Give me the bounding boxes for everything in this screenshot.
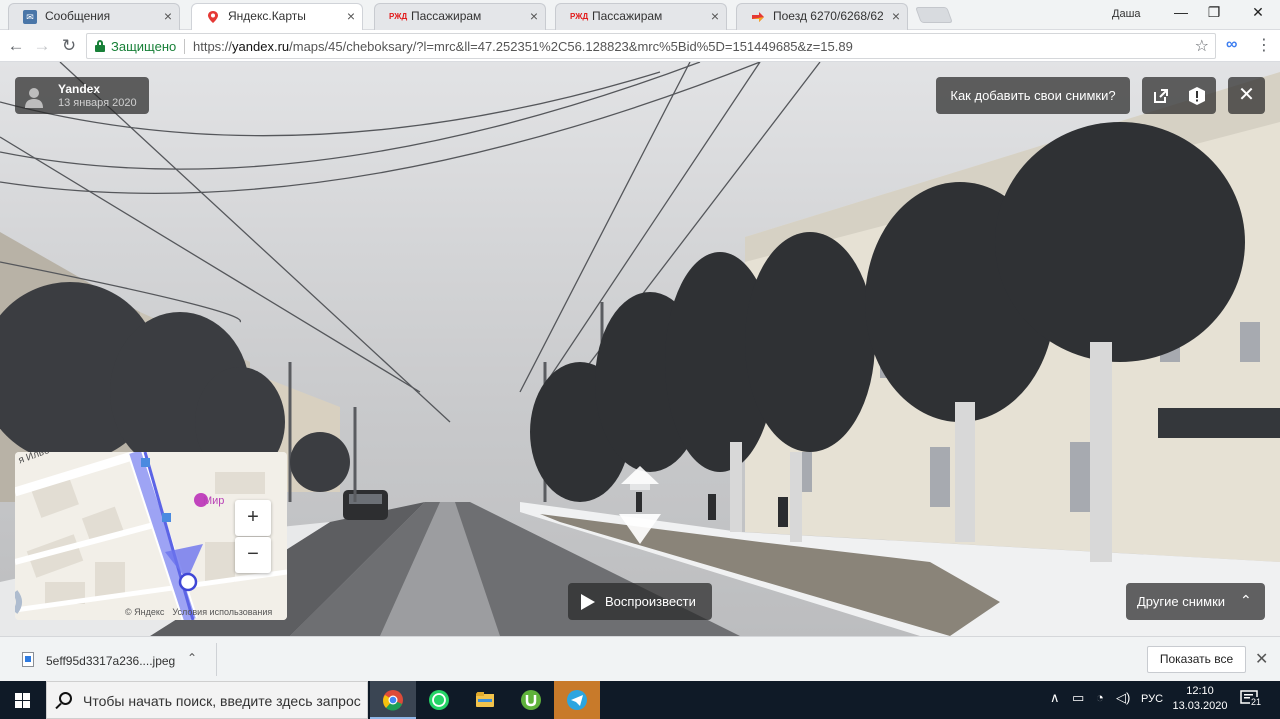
vk-icon: ✉ <box>23 10 37 24</box>
url-text[interactable]: https://yandex.ru/maps/45/cheboksary/?l=… <box>193 39 853 54</box>
copyright-text: © Яндекс <box>125 607 165 617</box>
tab-title: Яндекс.Карты <box>228 9 306 23</box>
other-photos-button[interactable]: Другие снимки ⌃ <box>1126 583 1265 620</box>
address-bar[interactable]: Защищено https://yandex.ru/maps/45/chebo… <box>86 33 1216 59</box>
file-explorer-icon[interactable] <box>462 681 508 719</box>
download-options-chevron-icon[interactable]: ⌃ <box>187 651 197 665</box>
navigate-forward-arrow-icon[interactable] <box>621 466 659 484</box>
tab-train[interactable]: Поезд 6270/6268/6266/6 × <box>736 3 908 30</box>
language-indicator[interactable]: РУС <box>1141 693 1163 705</box>
rzd-logo-icon: РЖД <box>389 12 408 21</box>
tab-close-icon[interactable]: × <box>347 4 355 29</box>
secure-label: Защищено <box>111 39 177 54</box>
bookmark-star-icon[interactable]: ☆ <box>1195 36 1209 56</box>
wifi-icon[interactable]: ◔ <box>1096 690 1104 705</box>
tab-title: Сообщения <box>45 9 111 23</box>
notification-count: 21 <box>1250 697 1263 707</box>
tab-close-icon[interactable]: × <box>164 4 172 29</box>
how-to-add-photos-button[interactable]: Как добавить свои снимки? <box>936 77 1130 114</box>
other-photos-label: Другие снимки <box>1137 594 1226 609</box>
clock-time: 12:10 <box>1186 685 1214 697</box>
zoom-out-button[interactable]: − <box>235 537 271 573</box>
report-warning-icon[interactable] <box>1187 86 1207 106</box>
tab-close-icon[interactable]: × <box>530 4 538 29</box>
search-icon <box>59 692 72 705</box>
download-filename[interactable]: 5eff95d3317a236....jpeg <box>46 654 175 668</box>
notification-center-icon[interactable]: 21 <box>1240 689 1263 709</box>
tab-messages[interactable]: ✉ Сообщения × <box>8 3 180 30</box>
url-scheme: https:// <box>193 39 233 54</box>
tab-title: Пассажирам <box>592 9 663 23</box>
extension-infinity-icon[interactable]: ∞ <box>1226 36 1237 54</box>
tab-title: Поезд 6270/6268/6266/6 <box>773 9 883 23</box>
author-badge[interactable]: Yandex 13 января 2020 <box>15 77 149 114</box>
search-placeholder: Чтобы начать поиск, введите здесь запрос <box>83 693 361 709</box>
url-host: yandex.ru <box>232 39 290 54</box>
chrome-icon[interactable] <box>370 681 416 719</box>
tab-close-icon[interactable]: × <box>711 4 719 29</box>
download-bar: 5eff95d3317a236....jpeg ⌃ Показать все ✕ <box>0 636 1280 681</box>
play-label: Воспроизвести <box>605 594 696 609</box>
show-all-downloads-button[interactable]: Показать все <box>1147 646 1246 673</box>
lock-icon <box>95 40 105 52</box>
panorama-actions <box>1142 77 1216 114</box>
tray-chevron-icon[interactable]: ∧ <box>1050 690 1060 706</box>
clock-date: 13.03.2020 <box>1172 700 1228 712</box>
play-button[interactable]: Воспроизвести <box>568 583 712 620</box>
download-bar-close-icon[interactable]: ✕ <box>1255 649 1268 669</box>
new-tab-button[interactable] <box>915 7 953 23</box>
panorama-close-button[interactable]: ✕ <box>1228 77 1265 114</box>
play-icon <box>581 594 595 610</box>
browser-menu-icon[interactable]: ⋮ <box>1256 35 1272 55</box>
download-divider <box>216 643 217 676</box>
forward-arrow-icon[interactable]: → <box>30 34 54 58</box>
share-external-icon[interactable] <box>1151 86 1171 106</box>
maximize-icon[interactable]: ❐ <box>1199 4 1229 21</box>
minimap[interactable]: я Ильбекова Мир + − © ЯндексУсловия испо… <box>15 452 287 620</box>
start-button[interactable] <box>0 681 46 719</box>
tab-yandex-maps[interactable]: Яндекс.Карты × <box>191 3 363 30</box>
whatsapp-icon[interactable] <box>416 681 462 719</box>
browser-toolbar: ← → ↻ Защищено https://yandex.ru/maps/45… <box>0 30 1280 62</box>
utorrent-icon[interactable] <box>508 681 554 719</box>
taskbar-search-box[interactable]: Чтобы начать поиск, введите здесь запрос <box>46 681 368 719</box>
tab-title: Пассажирам <box>411 9 482 23</box>
reload-icon[interactable]: ↻ <box>57 34 81 58</box>
tab-close-icon[interactable]: × <box>892 4 900 29</box>
rzd-logo-icon: РЖД <box>570 12 589 21</box>
chevron-up-icon: ⌃ <box>1240 592 1252 608</box>
telegram-icon[interactable] <box>554 681 600 719</box>
minimap-poi-label: Мир <box>203 495 225 507</box>
tab-passengers-2[interactable]: РЖД Пассажирам × <box>555 3 727 30</box>
profile-name[interactable]: Даша <box>1112 8 1141 20</box>
battery-icon[interactable]: ▭ <box>1072 690 1084 706</box>
red-arrow-icon <box>751 10 765 24</box>
browser-tab-strip: ✉ Сообщения × Яндекс.Карты × РЖД Пассажи… <box>0 0 1280 30</box>
url-path: /maps/45/cheboksary/?l=mrc&ll=47.252351%… <box>289 39 853 54</box>
windows-taskbar: Чтобы начать поиск, введите здесь запрос… <box>0 681 1280 719</box>
window-close-icon[interactable]: ✕ <box>1243 4 1273 21</box>
tab-passengers-1[interactable]: РЖД Пассажирам × <box>374 3 546 30</box>
photo-date: 13 января 2020 <box>58 97 137 109</box>
author-name: Yandex <box>58 82 101 96</box>
zoom-in-button[interactable]: + <box>235 500 271 536</box>
omnibox-divider <box>184 39 185 54</box>
minimap-canvas <box>15 452 287 620</box>
back-arrow-icon[interactable]: ← <box>4 34 28 58</box>
image-file-icon <box>22 652 34 667</box>
avatar-icon <box>25 88 43 108</box>
system-clock[interactable]: 12:10 13.03.2020 <box>1170 684 1230 714</box>
yandex-maps-pin-icon <box>206 10 220 24</box>
navigate-forward-arrow-stem <box>630 484 650 490</box>
volume-icon[interactable]: ◁) <box>1116 690 1130 706</box>
minimap-attribution: © Яндекс Условия использования <box>125 607 272 617</box>
terms-link[interactable]: Условия использования <box>172 607 272 617</box>
minimize-icon[interactable]: — <box>1166 4 1196 20</box>
street-panorama[interactable]: Yandex 13 января 2020 Как добавить свои … <box>0 62 1280 636</box>
windows-logo-icon <box>15 693 30 708</box>
navigate-back-arrow-icon[interactable] <box>619 514 661 544</box>
